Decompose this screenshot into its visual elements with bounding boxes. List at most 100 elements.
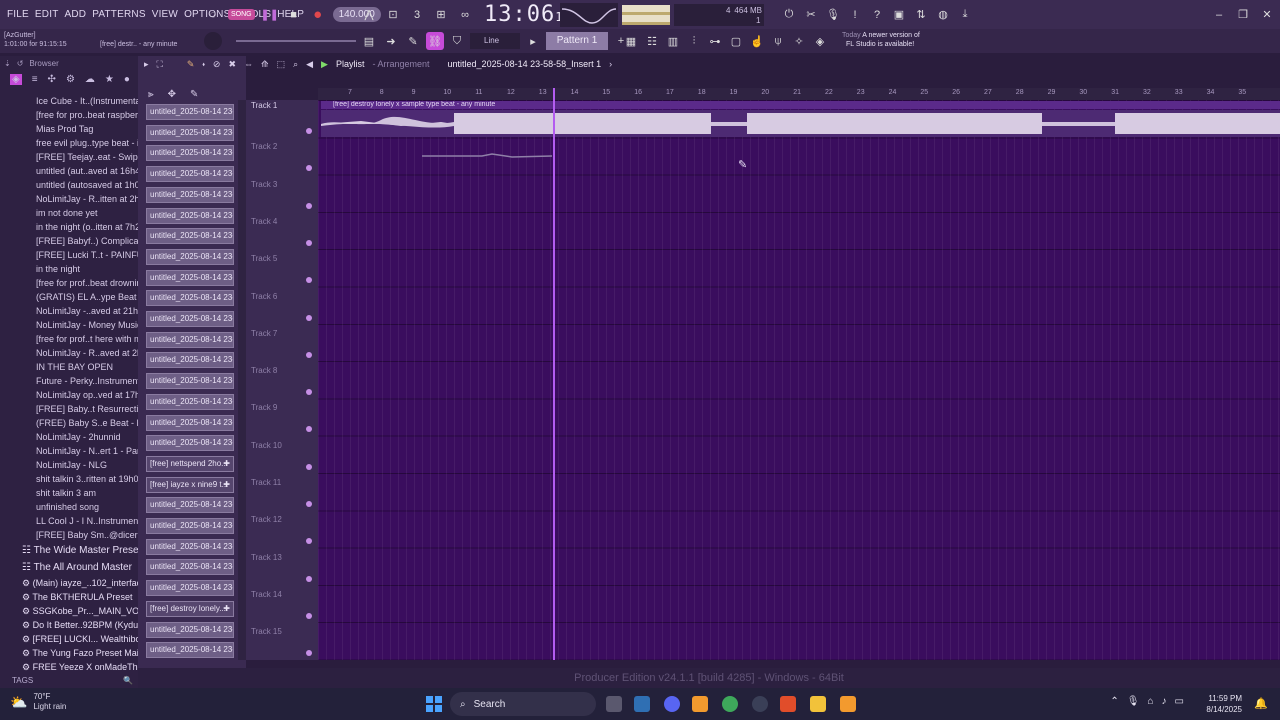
browser-preset[interactable]: ⚙ (Main) iayze_..102_interface: [0, 576, 138, 590]
chrome-icon[interactable]: [722, 696, 738, 712]
browser-item[interactable]: NoLimitJay - R..itten at 2h37): [0, 192, 138, 206]
pattern-clip-item[interactable]: untitled_2025-08-14 23-...: [146, 311, 234, 327]
browser-preset[interactable]: ⚙ The BKTHERULA Preset: [0, 590, 138, 604]
cut-icon[interactable]: ✂: [802, 6, 820, 24]
slice-tool-icon[interactable]: ⟰: [261, 59, 269, 70]
all-files-icon[interactable]: ◈: [10, 73, 22, 85]
track-label[interactable]: Track 15: [251, 627, 282, 636]
stop-button[interactable]: ■: [285, 6, 303, 24]
mixer-icon[interactable]: ⫶: [685, 32, 703, 50]
magnet-icon[interactable]: ⫸: [148, 89, 154, 100]
mute-tool-icon[interactable]: ✖: [228, 59, 236, 70]
taskbar-search[interactable]: ⌕ Search: [450, 692, 596, 716]
browser-item[interactable]: (GRATIS) EL A..ype Beat 2024: [0, 290, 138, 304]
pattern-clip-item[interactable]: untitled_2025-08-14 23-...: [146, 186, 234, 203]
file-explorer-icon[interactable]: [634, 696, 650, 712]
song-time-clock[interactable]: 13:0618: [484, 2, 572, 27]
discord-icon[interactable]: [664, 696, 680, 712]
channel-rack-icon[interactable]: ☷: [643, 32, 661, 50]
track-label[interactable]: Track 5: [251, 254, 277, 263]
pattern-clip-item[interactable]: untitled_2025-08-14 23-...: [146, 393, 234, 410]
save-icon[interactable]: ▣: [890, 6, 908, 24]
pattern-clip-item[interactable]: untitled_2025-08-14 23-...: [146, 621, 234, 638]
track-label[interactable]: Track 9: [251, 403, 277, 412]
track-enable-dot[interactable]: [306, 351, 312, 358]
browser-item[interactable]: Mias Prod Tag: [0, 122, 138, 136]
browser-item[interactable]: unfinished song: [0, 500, 138, 514]
browser-item[interactable]: NoLimitJay -..aved at 21h59): [0, 304, 138, 318]
track2-automation-line[interactable]: [422, 150, 552, 162]
browser-item[interactable]: shit talkin 3 am: [0, 486, 138, 500]
pattern-clip-item[interactable]: untitled_2025-08-14 23-...: [146, 497, 234, 514]
slip-tool-icon[interactable]: ⇔: [244, 59, 253, 69]
stamp-icon[interactable]: ⛉: [448, 32, 466, 50]
pattern-clip-item[interactable]: untitled_2025-08-14 23-...: [146, 435, 234, 452]
song-mode-toggle[interactable]: SONG: [228, 9, 255, 20]
browser-item[interactable]: NoLimitJay - N..ert 1 - Part_1: [0, 444, 138, 458]
track-enable-dot[interactable]: [306, 202, 312, 209]
pattern-arrow-icon[interactable]: ▸: [524, 32, 542, 50]
pattern-clip-item[interactable]: untitled_2025-08-14 23-...: [146, 124, 234, 141]
pattern-clip-item[interactable]: [free] destroy lonely... ✚: [146, 600, 234, 617]
system-tray[interactable]: ⌃ 🎙 ⌂ ♪ ▭: [1110, 696, 1184, 707]
folder-icon[interactable]: [810, 696, 826, 712]
browser-item[interactable]: in the night: [0, 262, 138, 276]
browser-preset[interactable]: ⚙ SSGKobe_Pr..._MAIN_VOCAL: [0, 604, 138, 618]
news-panel[interactable]: Today A newer version of FL Studio is av…: [842, 31, 952, 51]
microphone-icon[interactable]: 🎙: [824, 6, 842, 24]
steam-icon[interactable]: [752, 696, 768, 712]
close-icon[interactable]: ✕: [1258, 6, 1276, 24]
track-enable-dot[interactable]: [306, 650, 312, 657]
illustrator-icon[interactable]: [840, 696, 856, 712]
pattern-clip-item[interactable]: untitled_2025-08-14 23-...: [146, 248, 234, 265]
menu-patterns[interactable]: PATTERNS: [89, 9, 148, 20]
task-view-icon[interactable]: [606, 696, 622, 712]
zoom-tool-icon[interactable]: ⌕: [293, 59, 298, 70]
browser-item[interactable]: [free for prof..beat drowning: [0, 276, 138, 290]
tray-network-icon[interactable]: ⌂: [1148, 696, 1154, 707]
blend-icon[interactable]: ⊞: [432, 6, 450, 24]
tags-bar[interactable]: TAGS 🔍: [0, 672, 138, 688]
browser-preset[interactable]: ⚙ The Yung Fazo Preset Main: [0, 646, 138, 660]
pattern-clip-item[interactable]: untitled_2025-08-14 23-...: [146, 538, 234, 555]
back-arrow-icon[interactable]: ↺: [17, 59, 24, 68]
browser-item[interactable]: shit talkin 3..ritten at 19h02): [0, 472, 138, 486]
browser-preset[interactable]: ☷ The All Around Master: [0, 559, 138, 576]
download-icon[interactable]: ⤓: [956, 6, 974, 24]
wand-icon[interactable]: ✧: [790, 32, 808, 50]
pattern-clip-item[interactable]: untitled_2025-08-14 23-...: [146, 414, 234, 431]
tuning-fork-icon[interactable]: ⍦: [769, 32, 787, 50]
draw-tool-icon[interactable]: ✎: [187, 59, 195, 70]
browser-item[interactable]: IN THE BAY OPEN: [0, 360, 138, 374]
record-button[interactable]: ●: [309, 6, 327, 24]
track-enable-dot[interactable]: [306, 463, 312, 470]
playback-tool-icon[interactable]: ◀: [306, 59, 313, 70]
audio-clip-waveform[interactable]: [321, 110, 1280, 137]
paint-tool-icon[interactable]: ⬪: [202, 59, 205, 70]
arrow-icon[interactable]: ⇣: [4, 59, 11, 68]
menu-edit[interactable]: EDIT: [32, 9, 62, 20]
pattern-clip-item[interactable]: untitled_2025-08-14 23-...: [146, 228, 234, 245]
pen-tool-icon[interactable]: ✎: [190, 89, 198, 100]
track-label[interactable]: Track 11: [251, 478, 281, 487]
tray-volume-icon[interactable]: ♪: [1162, 696, 1167, 707]
record-settings-icon[interactable]: ◈: [811, 32, 829, 50]
plugin-icon[interactable]: ⇅: [912, 6, 930, 24]
browser-item[interactable]: untitled (aut..aved at 16h41): [0, 164, 138, 178]
track-enable-dot[interactable]: [306, 501, 312, 507]
playlist-grid[interactable]: [318, 100, 1280, 660]
power-icon[interactable]: ⏻: [780, 6, 798, 24]
search-icon[interactable]: 🔍: [123, 676, 133, 685]
pattern-clip-item[interactable]: untitled_2025-08-14 23-...: [146, 373, 234, 390]
countdown-icon[interactable]: 3: [408, 6, 426, 24]
clip-scrollbar[interactable]: [238, 100, 246, 660]
track-label[interactable]: Track 1: [251, 101, 277, 110]
browser-item[interactable]: [FREE] Lucki T..t - PAINFULL: [0, 248, 138, 262]
play-arrow-icon[interactable]: ▸: [144, 59, 149, 70]
browser-item[interactable]: [free for pro..beat raspberry: [0, 108, 138, 122]
chat-icon[interactable]: ◍: [934, 6, 952, 24]
menu-file[interactable]: FILE: [4, 9, 32, 20]
sort-icon[interactable]: ≡: [32, 74, 38, 85]
star-icon[interactable]: ★: [105, 74, 114, 85]
plugin-filter-icon[interactable]: ⚙: [66, 74, 75, 85]
